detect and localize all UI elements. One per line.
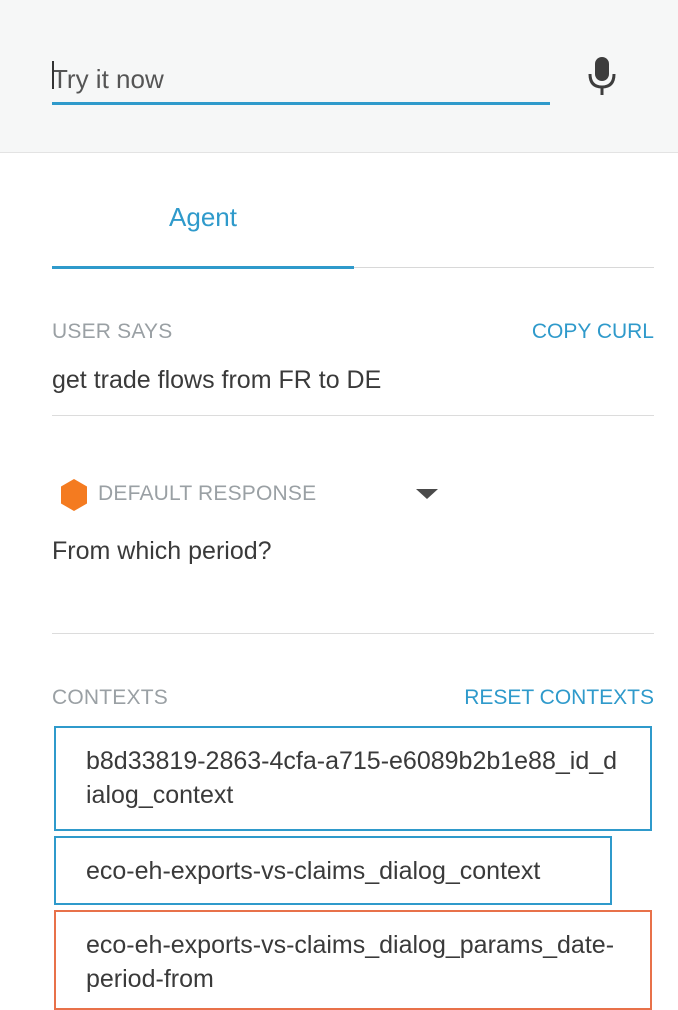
user-says-label: USER SAYS [52,320,173,343]
text-caret [52,61,54,89]
chevron-down-icon[interactable] [416,489,438,499]
user-says-text: get trade flows from FR to DE [52,366,382,394]
hexagon-icon [60,478,88,512]
active-tab-indicator [52,266,354,269]
tab-agent[interactable]: Agent [52,188,354,248]
default-response-label: DEFAULT RESPONSE [98,482,317,505]
response-text: From which period? [52,537,272,565]
microphone-icon[interactable] [586,56,618,96]
context-chip[interactable]: eco-eh-exports-vs-claims_dialog_context [54,836,612,905]
query-field[interactable] [52,52,550,105]
query-input[interactable] [52,52,550,102]
context-chip[interactable]: b8d33819-2863-4cfa-a715-e6089b2b1e88_id_… [54,726,652,831]
context-chip[interactable]: eco-eh-exports-vs-claims_dialog_params_d… [54,910,652,1010]
query-bar [0,0,678,153]
divider [52,415,654,416]
reset-contexts-button[interactable]: RESET CONTEXTS [464,686,654,710]
tab-bar: Agent [52,188,654,270]
tab-divider [354,267,654,268]
contexts-label: CONTEXTS [52,686,168,709]
divider [52,633,654,634]
copy-curl-button[interactable]: COPY CURL [532,320,654,344]
